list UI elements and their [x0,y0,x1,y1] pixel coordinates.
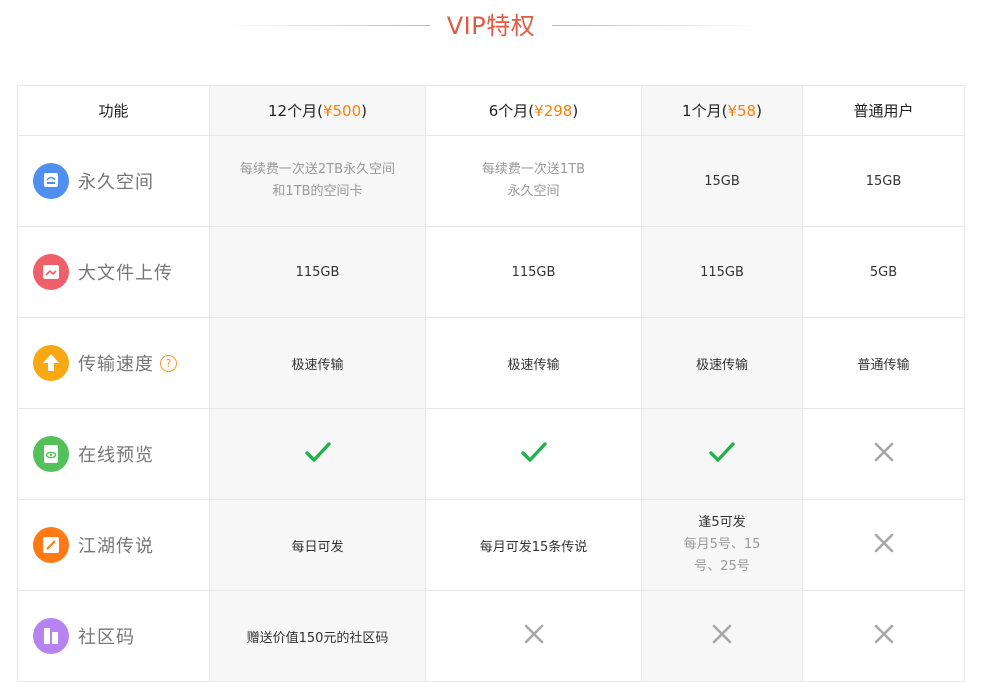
cell-text: 每日可发 [291,539,344,555]
plan-price: ¥500 [322,102,362,120]
cell-plan6: 极速传输 [425,317,642,409]
cell-text-line: 号、25号 [694,559,750,574]
cell-plan12: 每续费一次送2TB永久空间 和1TB的空间卡 [209,135,426,227]
cell-plan6: 115GB [425,226,642,318]
cell-text: 5GB [869,264,898,280]
cell-normal: 15GB [802,135,965,227]
cell-text: 极速传输 [507,357,560,373]
feature-cell: 在线预览 [17,408,210,500]
cell-plan1: 极速传输 [641,317,803,409]
plan-price: ¥58 [727,102,757,120]
header-plan-12-months: 12个月(¥500) [209,85,426,136]
legend-icon [33,527,69,563]
cell-text: 115GB [700,264,744,280]
cell-plan1: 逢5可发每月5号、15 号、25号 [641,499,803,591]
plan-label-end: ) [572,102,579,120]
plan-label: 6个月( [488,102,535,120]
feature-name: 大文件上传 [78,263,173,284]
table-row: 在线预览 [17,408,965,500]
cell-text-line: 每续费一次送2TB永久空间 [239,162,396,177]
cross-icon [711,623,733,649]
cell-plan1: 15GB [641,135,803,227]
cross-icon [873,441,895,467]
cell-text: 115GB [295,264,340,280]
cell-text: 极速传输 [695,357,748,373]
table-row: 江湖传说 每日可发 每月可发15条传说 逢5可发每月5号、15 号、25号 [17,499,965,591]
plan-price: ¥298 [534,102,573,120]
cell-plan12: 每日可发 [209,499,426,591]
plan-label-end: ) [756,102,762,120]
check-icon [520,440,548,468]
header-plan-1-month: 1个月(¥58) [641,85,803,136]
cell-text: 每月可发15条传说 [479,539,588,555]
cell-text-line: 永久空间 [507,184,560,199]
cell-text-line: 每月5号、15 [683,537,761,552]
cell-plan12: 极速传输 [209,317,426,409]
cell-plan6: 每续费一次送1TB 永久空间 [425,135,642,227]
cross-icon [523,623,545,649]
cell-plan1: 115GB [641,226,803,318]
preview-icon [33,436,69,472]
cell-plan6 [425,408,642,500]
feature-cell: 传输速度? [17,317,210,409]
help-icon[interactable]: ? [160,354,177,372]
check-icon [708,440,736,468]
speed-icon [33,345,69,381]
feature-name: 江湖传说 [78,536,154,557]
cell-text-line: 每续费一次送1TB [481,162,586,177]
feature-cell: 社区码 [17,590,210,682]
feature-name: 在线预览 [78,445,154,466]
cell-plan12: 赠送价值150元的社区码 [209,590,426,682]
page-title: VIP特权 [446,12,536,40]
feature-name: 社区码 [78,627,135,648]
cell-text: 赠送价值150元的社区码 [246,630,389,646]
table-row: 永久空间 每续费一次送2TB永久空间 和1TB的空间卡 每续费一次送1TB 永久空间 15… [17,135,965,227]
table-row: 社区码 赠送价值150元的社区码 [17,590,965,682]
cell-text: 普通传输 [857,357,910,373]
cell-text-line: 逢5可发 [698,515,746,530]
cell-plan6: 每月可发15条传说 [425,499,642,591]
plan-label-end: ) [361,102,367,120]
cell-normal [802,499,965,591]
plan-label: 12个月( [268,102,323,120]
feature-cell: 永久空间 [17,135,210,227]
upload-icon [33,254,69,290]
cell-text-line: 和1TB的空间卡 [272,184,363,199]
title-divider-right [552,25,762,26]
feature-name: 传输速度 [78,354,154,375]
cell-plan1 [641,590,803,682]
community-code-icon [33,618,69,654]
header-normal-user: 普通用户 [802,85,965,136]
check-icon [304,440,332,468]
feature-cell: 大文件上传 [17,226,210,318]
cell-plan1 [641,408,803,500]
table-row: 大文件上传 115GB 115GB 115GB 5GB [17,226,965,318]
cell-text: 15GB [865,173,902,189]
cell-text: 115GB [511,264,556,280]
cell-text: 15GB [704,173,740,189]
plan-label: 1个月( [682,102,728,120]
cell-normal [802,408,965,500]
header-feature: 功能 [17,85,210,136]
cell-normal: 5GB [802,226,965,318]
feature-cell: 江湖传说 [17,499,210,591]
cross-icon [873,623,895,649]
vip-privilege-table: 功能 12个月(¥500) 6个月(¥298) 1个月(¥58) 普通用户 永久… [17,85,965,682]
cell-text: 极速传输 [291,357,344,373]
table-header-row: 功能 12个月(¥500) 6个月(¥298) 1个月(¥58) 普通用户 [17,85,965,136]
section-header: VIP特权 [0,0,982,56]
cell-plan6 [425,590,642,682]
feature-name: 永久空间 [78,172,154,193]
storage-icon [33,163,69,199]
cell-plan12 [209,408,426,500]
cross-icon [873,532,895,558]
cell-normal [802,590,965,682]
cell-normal: 普通传输 [802,317,965,409]
table-row: 传输速度? 极速传输 极速传输 极速传输 普通传输 [17,317,965,409]
cell-plan12: 115GB [209,226,426,318]
header-plan-6-months: 6个月(¥298) [425,85,642,136]
